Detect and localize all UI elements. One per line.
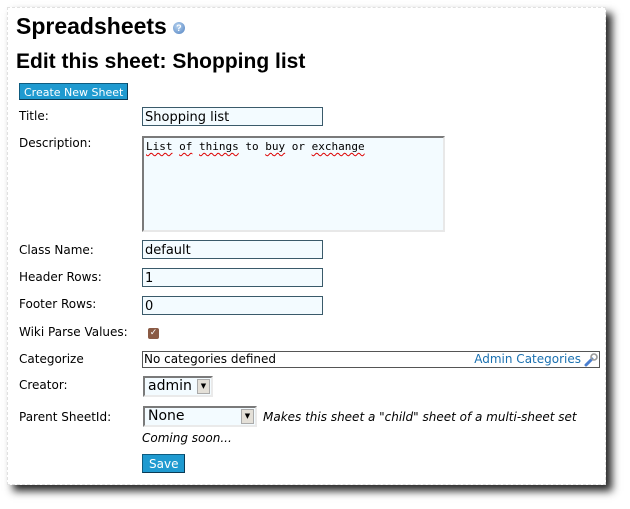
title-input[interactable]: Shopping list [142,107,323,126]
coming-soon-note: Coming soon... [142,431,232,445]
chevron-down-icon[interactable]: ▼ [241,409,254,424]
footer-rows-label: Footer Rows: [19,297,97,311]
header-rows-label: Header Rows: [19,270,102,284]
categorize-label: Categorize [19,352,84,366]
header-rows-input[interactable]: 1 [142,268,323,287]
creator-label: Creator: [19,378,68,392]
app-title-text: Spreadsheets [16,13,167,39]
create-new-sheet-button[interactable]: Create New Sheet [19,83,129,100]
admin-categories-link[interactable]: Admin Categories [474,352,581,367]
no-categories-text: No categories defined [144,352,277,366]
creator-select[interactable]: admin ▼ [143,376,213,397]
app-title: Spreadsheets? [16,13,185,40]
help-icon[interactable]: ? [172,21,185,34]
parent-sheetid-select[interactable]: None ▼ [143,406,257,427]
description-textarea[interactable]: List of things to buy or exchange [142,136,445,232]
chevron-down-icon[interactable]: ▼ [197,379,210,394]
save-button[interactable]: Save [142,454,186,473]
class-name-label: Class Name: [19,243,94,257]
parent-hint: Makes this sheet a "child" sheet of a mu… [263,410,577,424]
spreadsheet-edit-panel: Spreadsheets? Edit this sheet: Shopping … [7,7,606,485]
parent-sheetid-label: Parent SheetId: [19,410,112,424]
parent-selected: None [148,408,185,424]
description-label: Description: [19,136,92,150]
wiki-parse-checkbox[interactable]: ✓ [148,328,159,339]
page-title: Edit this sheet: Shopping list [16,50,306,73]
wrench-icon[interactable] [584,353,598,367]
title-label: Title: [19,109,49,123]
categories-box: No categories defined Admin Categories [142,351,600,368]
creator-selected: admin [148,378,192,394]
class-name-input[interactable]: default [142,240,323,259]
footer-rows-input[interactable]: 0 [142,296,323,315]
wiki-parse-label: Wiki Parse Values: [19,325,128,339]
